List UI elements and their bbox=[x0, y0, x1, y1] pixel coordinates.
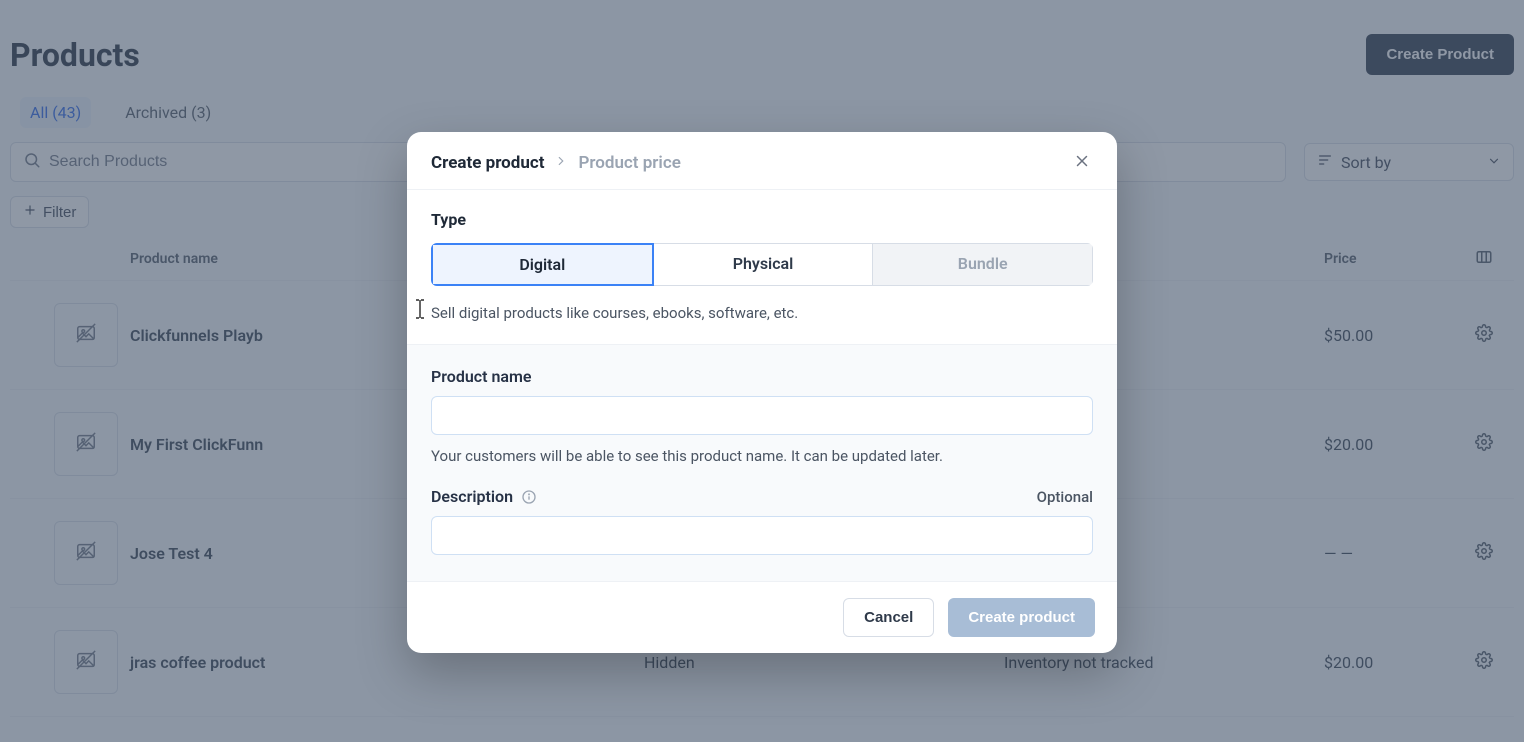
create-product-submit-button[interactable]: Create product bbox=[948, 598, 1095, 637]
chevron-right-icon bbox=[554, 153, 568, 172]
breadcrumb-step2: Product price bbox=[578, 153, 680, 173]
breadcrumb: Create product Product price bbox=[431, 153, 681, 173]
type-description: Sell digital products like courses, eboo… bbox=[431, 304, 1093, 322]
type-option-digital[interactable]: Digital bbox=[431, 243, 654, 286]
modal-overlay: Create product Product price Type Digita… bbox=[0, 0, 1524, 742]
description-label: Description bbox=[431, 487, 537, 506]
type-label: Type bbox=[431, 210, 1093, 229]
type-option-physical[interactable]: Physical bbox=[654, 243, 874, 286]
product-name-input[interactable] bbox=[431, 396, 1093, 435]
close-icon bbox=[1073, 152, 1091, 173]
create-product-modal: Create product Product price Type Digita… bbox=[407, 132, 1117, 653]
close-button[interactable] bbox=[1073, 152, 1091, 173]
info-icon bbox=[521, 489, 537, 505]
type-option-bundle: Bundle bbox=[873, 243, 1093, 286]
breadcrumb-step1: Create product bbox=[431, 153, 544, 173]
optional-label: Optional bbox=[1037, 488, 1093, 506]
name-help: Your customers will be able to see this … bbox=[431, 447, 1093, 465]
type-toggle-group: Digital Physical Bundle bbox=[431, 243, 1093, 286]
description-input[interactable] bbox=[431, 516, 1093, 555]
cancel-button[interactable]: Cancel bbox=[843, 598, 934, 637]
name-label: Product name bbox=[431, 367, 532, 386]
